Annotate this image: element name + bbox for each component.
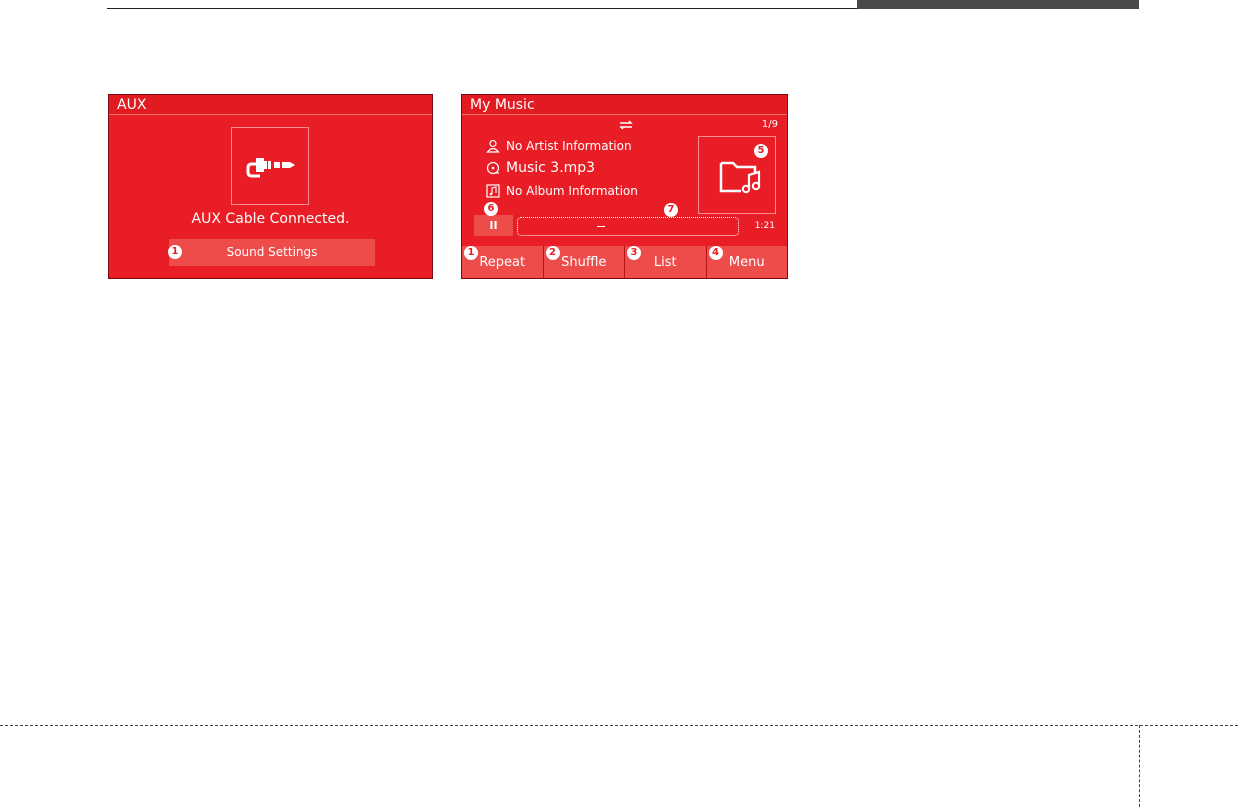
my-music-screen: My Music 1/9 No Artist Information Music…	[461, 94, 788, 279]
callout-marker: 2	[545, 246, 560, 260]
disc-icon	[486, 161, 500, 175]
header-rule	[107, 8, 857, 9]
sound-settings-button[interactable]: Sound Settings	[169, 239, 375, 266]
track-counter: 1/9	[761, 119, 778, 130]
track-title-row: Music 3.mp3	[486, 159, 595, 177]
callout-marker: 3	[627, 246, 641, 260]
aux-screen: AUX AUX Cable Connected. Sound Settings …	[108, 94, 433, 279]
aux-art-frame	[231, 127, 309, 205]
callout-marker: 5	[754, 144, 768, 158]
softkey-bar: 1 Repeat 2 Shuffle 3 List 4 Menu	[462, 246, 787, 278]
progress-bar[interactable]	[517, 217, 739, 236]
aux-status-text: AUX Cable Connected.	[191, 211, 350, 227]
softkey-label: Menu	[728, 255, 765, 270]
person-icon	[486, 139, 500, 153]
footer-dashed-divider	[1139, 725, 1140, 807]
callout-marker: 1	[168, 245, 182, 259]
album-text: No Album Information	[506, 184, 638, 198]
track-title-text: Music 3.mp3	[506, 160, 596, 176]
artist-text: No Artist Information	[506, 139, 632, 153]
footer-dashed-rule	[0, 725, 1238, 726]
progress-indicator	[597, 226, 605, 227]
shuffle-button[interactable]: 2 Shuffle	[543, 246, 625, 278]
aux-title: AUX	[109, 95, 432, 115]
callout-marker: 6	[484, 202, 498, 216]
callout-marker: 1	[464, 246, 478, 260]
callout-marker: 4	[708, 246, 723, 260]
album-row: No Album Information	[486, 182, 638, 200]
softkey-label: Repeat	[479, 255, 526, 270]
pause-button[interactable]: II	[474, 215, 513, 236]
repeat-button[interactable]: 1 Repeat	[462, 246, 544, 278]
repeat-icon	[619, 120, 633, 130]
callout-marker: 7	[664, 203, 678, 217]
album-icon	[486, 184, 500, 198]
elapsed-time: 1:21	[754, 221, 775, 231]
artist-row: No Artist Information	[486, 137, 632, 155]
list-button[interactable]: 3 List	[625, 246, 707, 278]
softkey-label: List	[653, 255, 677, 270]
header-tab	[857, 0, 1139, 9]
aux-plug-icon	[246, 158, 295, 178]
music-title: My Music	[462, 95, 787, 115]
softkey-label: Shuffle	[561, 255, 607, 270]
folder-music-icon	[719, 161, 761, 194]
menu-button[interactable]: 4 Menu	[706, 246, 787, 278]
